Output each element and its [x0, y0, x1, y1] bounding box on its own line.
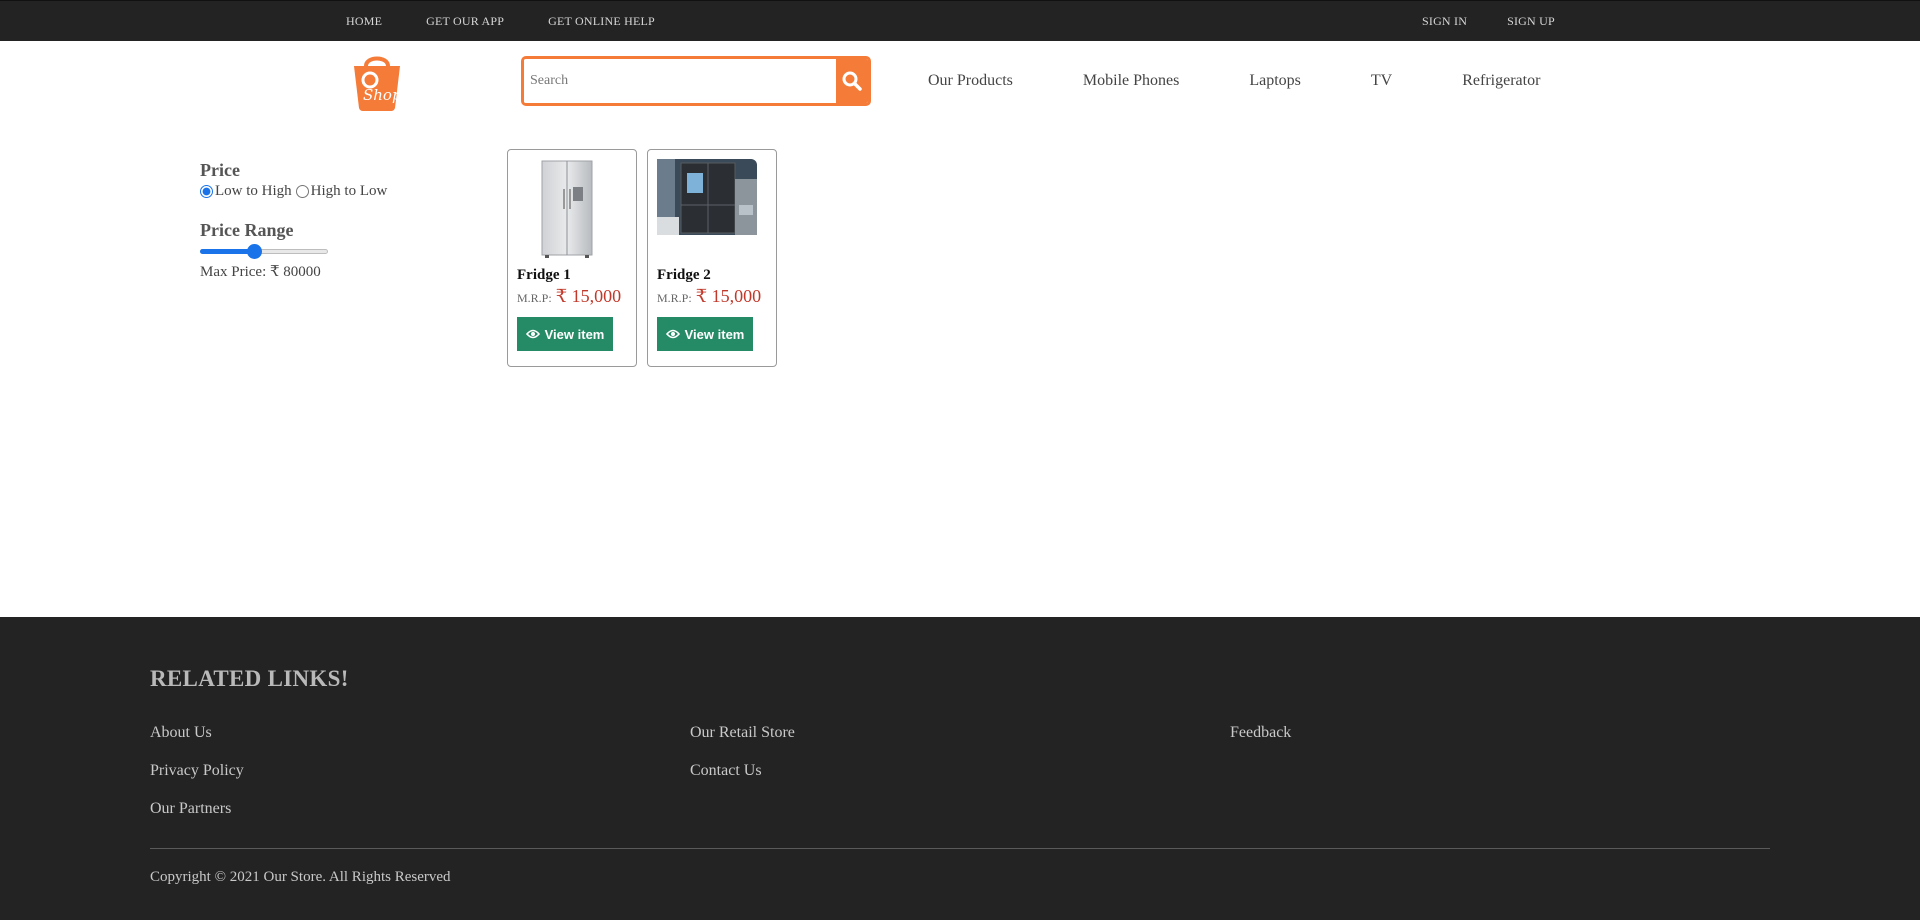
footer-link-about-us[interactable]: About Us	[150, 723, 244, 743]
price-range-title: Price Range	[200, 220, 294, 240]
shop-logo[interactable]: Shop	[346, 50, 408, 112]
footer-link-privacy-policy[interactable]: Privacy Policy	[150, 761, 244, 781]
search-icon	[842, 71, 862, 91]
product-price-row: M.R.P: ₹ 15,000	[517, 286, 627, 307]
shopping-bag-logo-icon: Shop	[354, 56, 402, 111]
filter-sidebar: Price Low to High High to Low Price Rang…	[200, 160, 450, 281]
top-right-links: SIGN IN SIGN UP	[1422, 1, 1595, 42]
footer-column-2: Our Retail Store Contact Us	[690, 723, 795, 799]
footer-title: RELATED LINKS!	[150, 666, 349, 691]
product-price: ₹ 15,000	[695, 286, 762, 306]
footer-link-our-partners[interactable]: Our Partners	[150, 799, 244, 819]
product-name[interactable]: Fridge 2	[657, 267, 767, 284]
footer-column-3: Feedback	[1230, 723, 1291, 761]
smart-fridge-photo-icon	[657, 159, 757, 235]
footer-divider	[150, 848, 1770, 849]
search-bar	[521, 56, 871, 106]
product-card: Fridge 1 M.R.P: ₹ 15,000 View item	[507, 149, 637, 367]
site-footer: RELATED LINKS! About Us Privacy Policy O…	[0, 617, 1920, 920]
eye-icon	[525, 329, 540, 339]
slider-fill	[200, 249, 254, 254]
product-image[interactable]	[657, 159, 757, 259]
footer-link-feedback[interactable]: Feedback	[1230, 723, 1291, 743]
svg-text:Shop: Shop	[363, 86, 402, 104]
mrp-label: M.R.P:	[657, 291, 692, 305]
nav-mobile-phones[interactable]: Mobile Phones	[1083, 72, 1179, 90]
sort-low-to-high-radio[interactable]	[200, 185, 213, 198]
view-item-button[interactable]: View item	[517, 317, 613, 351]
product-card: Fridge 2 M.R.P: ₹ 15,000 View item	[647, 149, 777, 367]
slider-thumb[interactable]	[246, 244, 262, 259]
max-price-label: Max Price: ₹ 80000	[200, 264, 321, 280]
product-grid: Fridge 1 M.R.P: ₹ 15,000 View item Fridg…	[507, 149, 787, 367]
side-by-side-fridge-icon	[541, 160, 593, 258]
product-image[interactable]	[517, 159, 617, 259]
product-name[interactable]: Fridge 1	[517, 267, 627, 284]
nav-refrigerator[interactable]: Refrigerator	[1462, 72, 1540, 90]
footer-column-1: About Us Privacy Policy Our Partners	[150, 723, 244, 837]
top-utility-bar: HOME GET OUR APP GET ONLINE HELP SIGN IN…	[0, 0, 1920, 41]
product-price-row: M.R.P: ₹ 15,000	[657, 286, 767, 307]
top-link-home[interactable]: HOME	[346, 14, 382, 29]
price-range-slider[interactable]	[200, 244, 328, 259]
main-nav: Our Products Mobile Phones Laptops TV Re…	[928, 41, 1610, 121]
sign-up-link[interactable]: SIGN UP	[1507, 14, 1555, 29]
product-price: ₹ 15,000	[555, 286, 622, 306]
copyright-text: Copyright © 2021 Our Store. All Rights R…	[150, 869, 451, 885]
nav-our-products[interactable]: Our Products	[928, 72, 1013, 90]
sort-low-to-high-label[interactable]: Low to High	[215, 183, 292, 200]
sort-high-to-low-radio[interactable]	[295, 185, 309, 198]
top-left-links: HOME GET OUR APP GET ONLINE HELP	[346, 1, 699, 42]
footer-link-retail-store[interactable]: Our Retail Store	[690, 723, 795, 743]
nav-laptops[interactable]: Laptops	[1249, 72, 1301, 90]
top-link-online-help[interactable]: GET ONLINE HELP	[548, 14, 655, 29]
main-header: Shop Our Products Mobile Phones Laptops …	[0, 41, 1920, 121]
nav-tv[interactable]: TV	[1371, 72, 1392, 90]
mrp-label: M.R.P:	[517, 291, 552, 305]
view-item-button[interactable]: View item	[657, 317, 753, 351]
sort-high-to-low-label[interactable]: High to Low	[311, 183, 388, 200]
eye-icon	[665, 329, 680, 339]
search-input[interactable]	[524, 59, 836, 103]
top-link-get-app[interactable]: GET OUR APP	[426, 14, 504, 29]
view-item-label: View item	[684, 326, 745, 342]
view-item-label: View item	[544, 326, 605, 342]
footer-link-contact-us[interactable]: Contact Us	[690, 761, 795, 781]
sign-in-link[interactable]: SIGN IN	[1422, 14, 1467, 29]
price-filter-title: Price	[200, 160, 240, 180]
price-sort-options: Low to High High to Low	[200, 183, 450, 200]
search-button[interactable]	[836, 59, 868, 103]
